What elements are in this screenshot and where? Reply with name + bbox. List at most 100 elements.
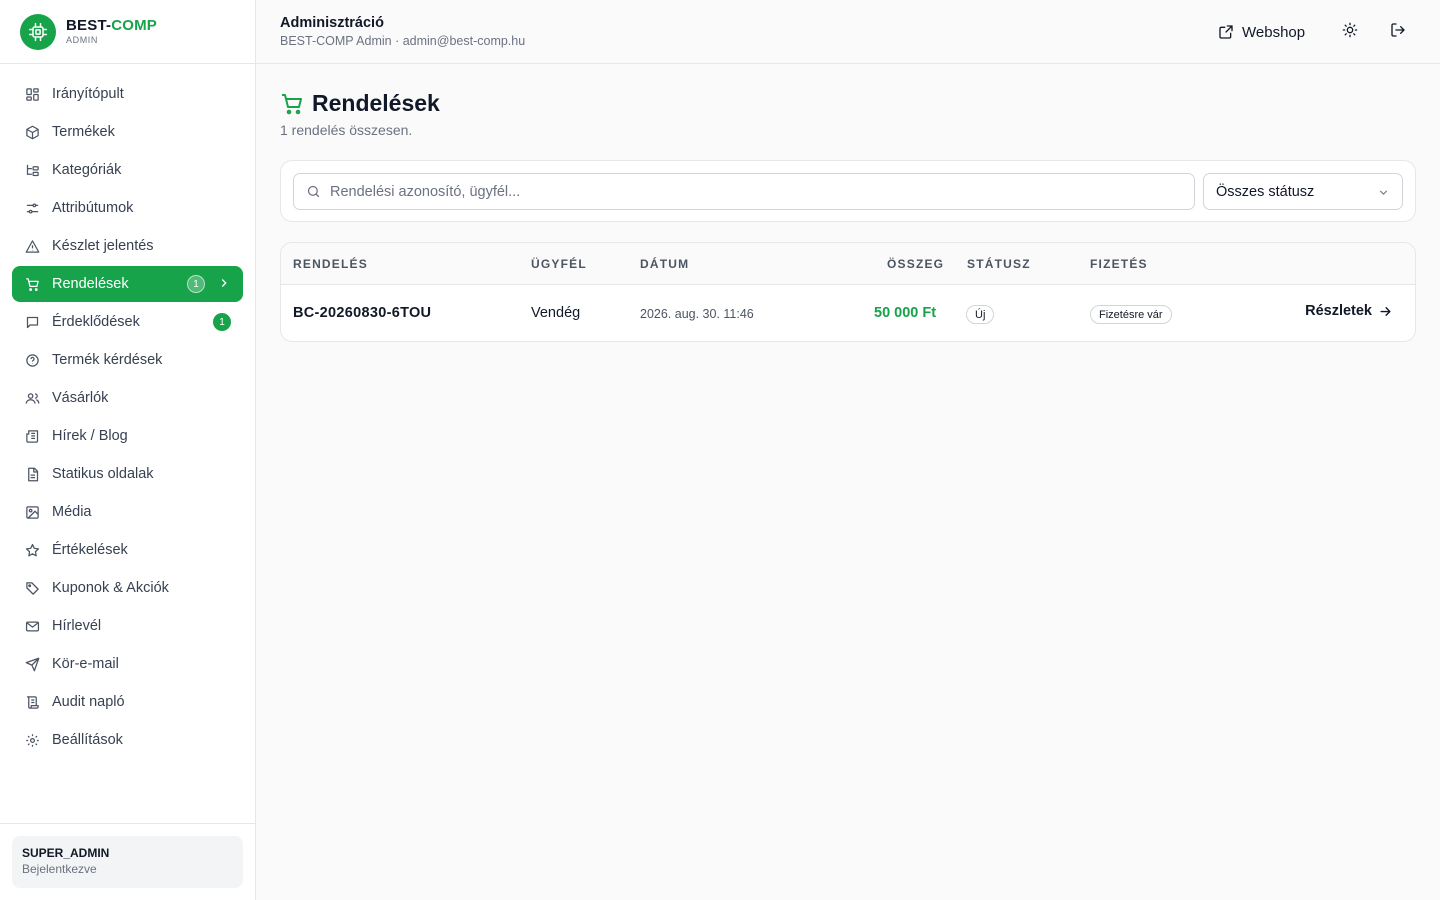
column-header-payment: FIZETÉS (1090, 257, 1148, 271)
order-date: 2026. aug. 30. 11:46 (640, 307, 754, 321)
star-icon (24, 542, 40, 558)
tag-icon (24, 580, 40, 596)
theme-toggle-button[interactable] (1338, 20, 1362, 44)
sidebar-item-label: Kör-e-mail (52, 656, 119, 672)
sidebar-item-label: Termék kérdések (52, 352, 163, 368)
sidebar-item-label: Audit napló (52, 694, 125, 710)
details-link[interactable]: Részletek (1305, 303, 1393, 319)
sidebar-item-label: Irányítópult (52, 86, 124, 102)
warning-triangle-icon (24, 238, 40, 254)
search-icon (306, 184, 321, 199)
sidebar-item-coupons[interactable]: Kuponok & Akciók (12, 570, 243, 606)
sidebar-item-label: Kategóriák (52, 162, 122, 178)
order-customer: Vendég (531, 305, 581, 321)
sidebar-item-label: Statikus oldalak (52, 466, 154, 482)
sidebar-item-product-questions[interactable]: Termék kérdések (12, 342, 243, 378)
chevron-down-icon (1377, 186, 1390, 203)
webshop-link[interactable]: Webshop (1218, 20, 1305, 44)
search-box[interactable] (293, 173, 1195, 210)
external-link-icon (1218, 24, 1234, 40)
sidebar-item-products[interactable]: Termékek (12, 114, 243, 150)
column-header-customer: ÜGYFÉL (531, 257, 587, 271)
header-title: Adminisztráció (280, 15, 384, 31)
chevron-right-icon (217, 276, 231, 294)
sidebar-item-label: Termékek (52, 124, 115, 140)
newspaper-icon (24, 428, 40, 444)
help-circle-icon (24, 352, 40, 368)
top-header: Adminisztráció BEST-COMP Admin · admin@b… (256, 0, 1440, 64)
user-status: Bejelentkezve (22, 862, 97, 876)
logout-button[interactable] (1386, 20, 1410, 44)
sidebar-item-news-blog[interactable]: Hírek / Blog (12, 418, 243, 454)
sidebar-item-customers[interactable]: Vásárlók (12, 380, 243, 416)
column-header-order: RENDELÉS (293, 257, 368, 271)
sidebar-item-label: Hírlevél (52, 618, 102, 634)
sidebar-item-audit-log[interactable]: Audit napló (12, 684, 243, 720)
sidebar: BEST-COMP ADMIN Irányítópult Termékek Ka… (0, 0, 256, 900)
sidebar-item-bulk-email[interactable]: Kör-e-mail (12, 646, 243, 682)
sidebar-item-stock-report[interactable]: Készlet jelentés (12, 228, 243, 264)
filter-bar: Összes státusz (280, 160, 1416, 222)
logout-icon (1390, 22, 1406, 43)
sidebar-item-label: Attribútumok (52, 200, 134, 216)
page-header: Rendelések 1 rendelés összesen. (280, 90, 440, 138)
status-badge: Új (966, 305, 995, 324)
sidebar-item-inquiries[interactable]: Érdeklődések 1 (12, 304, 243, 340)
sidebar-item-dashboard[interactable]: Irányítópult (12, 76, 243, 112)
column-header-date: DÁTUM (640, 257, 690, 271)
sidebar-item-label: Rendelések (52, 276, 129, 292)
page-title: Rendelések (280, 90, 440, 117)
status-filter-value: Összes státusz (1216, 183, 1315, 200)
count-badge: 1 (213, 313, 231, 331)
sidebar-item-label: Beállítások (52, 732, 123, 748)
sidebar-item-newsletter[interactable]: Hírlevél (12, 608, 243, 644)
details-label: Részletek (1305, 303, 1372, 319)
user-card: SUPER_ADMIN Bejelentkezve (12, 836, 243, 888)
sidebar-item-label: Vásárlók (52, 390, 109, 406)
sidebar-item-categories[interactable]: Kategóriák (12, 152, 243, 188)
dashboard-icon (24, 86, 40, 102)
users-icon (24, 390, 40, 406)
sidebar-item-attributes[interactable]: Attribútumok (12, 190, 243, 226)
file-text-icon (24, 466, 40, 482)
order-count: 1 rendelés összesen. (280, 122, 413, 138)
sidebar-item-label: Hírek / Blog (52, 428, 128, 444)
sidebar-item-static-pages[interactable]: Statikus oldalak (12, 456, 243, 492)
send-icon (24, 656, 40, 672)
message-square-icon (24, 314, 40, 330)
sidebar-item-label: Média (52, 504, 92, 520)
chip-logo-icon (20, 13, 56, 50)
status-filter-select[interactable]: Összes státusz (1203, 173, 1403, 210)
brand-subtitle: ADMIN (66, 35, 98, 45)
column-header-status: STÁTUSZ (967, 257, 1031, 271)
sidebar-item-label: Kuponok & Akciók (52, 580, 169, 596)
sun-icon (1342, 22, 1358, 43)
sidebar-item-media[interactable]: Média (12, 494, 243, 530)
scroll-icon (24, 694, 40, 710)
sidebar-item-settings[interactable]: Beállítások (12, 722, 243, 758)
folder-tree-icon (24, 162, 40, 178)
count-badge: 1 (187, 275, 205, 293)
sidebar-item-orders[interactable]: Rendelések 1 (12, 266, 243, 302)
sidebar-nav: Irányítópult Termékek Kategóriák Attribú… (0, 64, 255, 758)
orders-table: RENDELÉS ÜGYFÉL DÁTUM ÖSSZEG STÁTUSZ FIZ… (280, 242, 1416, 342)
package-icon (24, 124, 40, 140)
arrow-right-icon (1378, 304, 1393, 319)
payment-badge: Fizetésre vár (1090, 305, 1172, 324)
column-header-amount: ÖSSZEG (887, 257, 945, 271)
brand[interactable]: BEST-COMP ADMIN (0, 0, 255, 64)
cart-icon (24, 276, 40, 292)
sidebar-item-label: Készlet jelentés (52, 238, 154, 254)
sidebar-item-label: Értékelések (52, 542, 128, 558)
sidebar-item-reviews[interactable]: Értékelések (12, 532, 243, 568)
sliders-icon (24, 200, 40, 216)
cart-icon (280, 92, 304, 116)
order-id[interactable]: BC-20260830-6TOU (293, 305, 431, 321)
search-input[interactable] (330, 183, 1170, 200)
image-icon (24, 504, 40, 520)
header-subtitle: BEST-COMP Admin · admin@best-comp.hu (280, 34, 526, 48)
page-title-text: Rendelések (312, 90, 440, 116)
table-header: RENDELÉS ÜGYFÉL DÁTUM ÖSSZEG STÁTUSZ FIZ… (281, 243, 1415, 285)
user-role: SUPER_ADMIN (22, 846, 110, 860)
table-row[interactable]: BC-20260830-6TOU Vendég 2026. aug. 30. 1… (281, 285, 1415, 341)
